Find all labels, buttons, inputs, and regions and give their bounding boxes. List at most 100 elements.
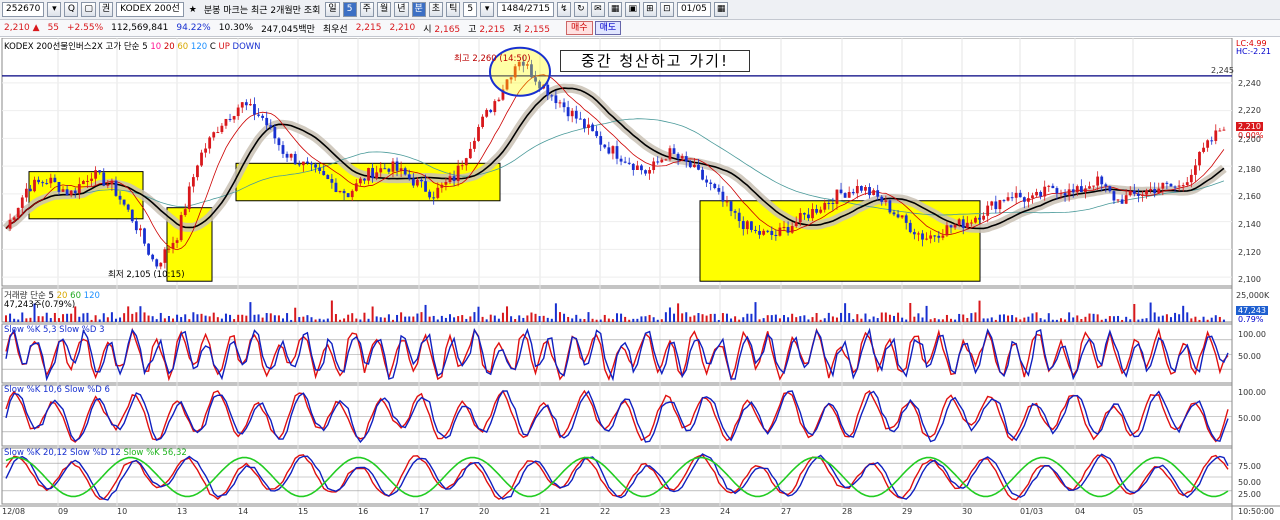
candle-body [481, 116, 484, 127]
search-icon[interactable]: Q [64, 2, 79, 17]
mail-icon[interactable]: ✉ [590, 2, 605, 17]
settings-icon[interactable]: ⊡ [659, 2, 674, 17]
volume-bar [1011, 315, 1014, 322]
calendar-icon[interactable]: ▦ [713, 2, 729, 17]
candle-body [306, 161, 309, 164]
candle-body [688, 161, 692, 168]
volume-bar [322, 319, 325, 322]
buy-button[interactable]: 매수 [566, 21, 593, 35]
period-minute-button[interactable]: 분 [411, 2, 426, 17]
low-label: 최저 2,105 (10:15) [108, 270, 185, 280]
volume-bar [897, 312, 900, 322]
candle-body [599, 136, 603, 145]
volume-bar [110, 312, 113, 322]
current-price-tag: 2,210 [1236, 122, 1263, 131]
lock-icon[interactable]: ▢ [81, 2, 96, 17]
chart-canvas[interactable] [0, 37, 1280, 520]
period-year-button[interactable]: 년 [394, 2, 409, 17]
candle-body [358, 178, 362, 184]
refresh-icon[interactable]: ↻ [573, 2, 588, 17]
candle-body [705, 179, 709, 183]
volume-bar [273, 315, 276, 322]
open-label: 시 2,165 [423, 24, 461, 35]
volume-bar [550, 318, 553, 322]
candle-body [1006, 197, 1010, 201]
x-tick: 10 [117, 507, 128, 516]
volume-bar [371, 306, 374, 322]
dropdown-icon[interactable]: ▾ [47, 2, 62, 17]
tool-icon-1[interactable]: ↯ [556, 2, 571, 17]
volume-bar [803, 315, 806, 322]
x-tick: 09 [58, 507, 69, 516]
stock-name: KODEX 200선 [116, 2, 184, 17]
candle-body [191, 177, 195, 187]
sell-button[interactable]: 매도 [594, 21, 622, 35]
volume-bar [1161, 315, 1164, 322]
candle-body [334, 182, 338, 193]
candle-body [644, 170, 647, 174]
candle-body [729, 201, 733, 212]
candle-body [1177, 185, 1181, 187]
candle-body [183, 209, 187, 216]
stoch3-tick: 50.00 [1238, 478, 1261, 487]
candle-body [1136, 193, 1140, 196]
layout-icon[interactable]: ⊞ [642, 2, 657, 17]
star-icon[interactable]: ★ [187, 5, 199, 15]
volume-bar [872, 316, 875, 322]
annotation-note[interactable]: 중간 청산하고 가기! [560, 50, 750, 72]
stock-code-input[interactable]: 252670 [2, 2, 45, 17]
volume-bar [1108, 316, 1111, 322]
volume-bar [212, 312, 215, 322]
volume-bar [363, 312, 366, 322]
volume-bar [180, 317, 183, 322]
period-second-button[interactable]: 초 [428, 2, 444, 17]
volume-bar [1117, 315, 1120, 322]
candle-body [338, 190, 342, 193]
volume-bar [1174, 312, 1177, 322]
period-day-button[interactable]: 일 [325, 2, 340, 17]
candle-body [900, 215, 904, 218]
candle-body [265, 117, 269, 126]
volume-bar [1084, 316, 1087, 322]
high-label: 고 2,215 [468, 24, 506, 35]
volume-bar [807, 319, 810, 322]
candle-body [701, 169, 704, 180]
candle-body [672, 148, 676, 154]
volume-bar [469, 316, 472, 322]
volume-bar [1059, 318, 1062, 322]
volume-bar [1218, 316, 1221, 322]
ma5-legend: 5 [142, 42, 148, 52]
date-input[interactable]: 01/05 [676, 2, 711, 17]
candle-body [1043, 186, 1047, 197]
candle-body [1035, 191, 1038, 196]
period-n-button[interactable]: 5 [342, 2, 357, 17]
candle-body [448, 176, 452, 183]
candle-body [1120, 199, 1124, 204]
period-tick-button[interactable]: 틱 [446, 2, 461, 17]
volume-bar [102, 313, 105, 322]
volume-bar [558, 312, 561, 322]
period-week-button[interactable]: 주 [359, 2, 374, 17]
y-tick: 2,120 [1238, 248, 1261, 257]
volume-bar [57, 318, 60, 322]
candle-body [399, 168, 403, 171]
save-icon[interactable]: ▣ [625, 2, 640, 17]
data-count: 1484/2715 [497, 2, 554, 17]
volume-bar [123, 313, 126, 322]
grid-icon[interactable]: ▦ [607, 2, 623, 17]
candle-body [554, 95, 558, 104]
candle-body [1181, 185, 1185, 187]
interval-dropdown-icon[interactable]: ▾ [480, 2, 495, 17]
interval-select[interactable]: 5 [463, 2, 478, 17]
candle-body [1165, 182, 1169, 184]
volume-bar [766, 315, 769, 322]
candle-body [774, 234, 778, 236]
volume-bar [396, 314, 399, 322]
volume-bar [677, 303, 680, 322]
candle-body [635, 165, 639, 170]
market-flag[interactable]: 권 [98, 2, 114, 17]
volume-bar [901, 317, 904, 322]
period-month-button[interactable]: 월 [376, 2, 392, 17]
chart-area[interactable]: KODEX 200선물인버스2X 고가 단순 5 10 20 60 120 C … [0, 37, 1280, 520]
volume-bar [978, 300, 981, 322]
